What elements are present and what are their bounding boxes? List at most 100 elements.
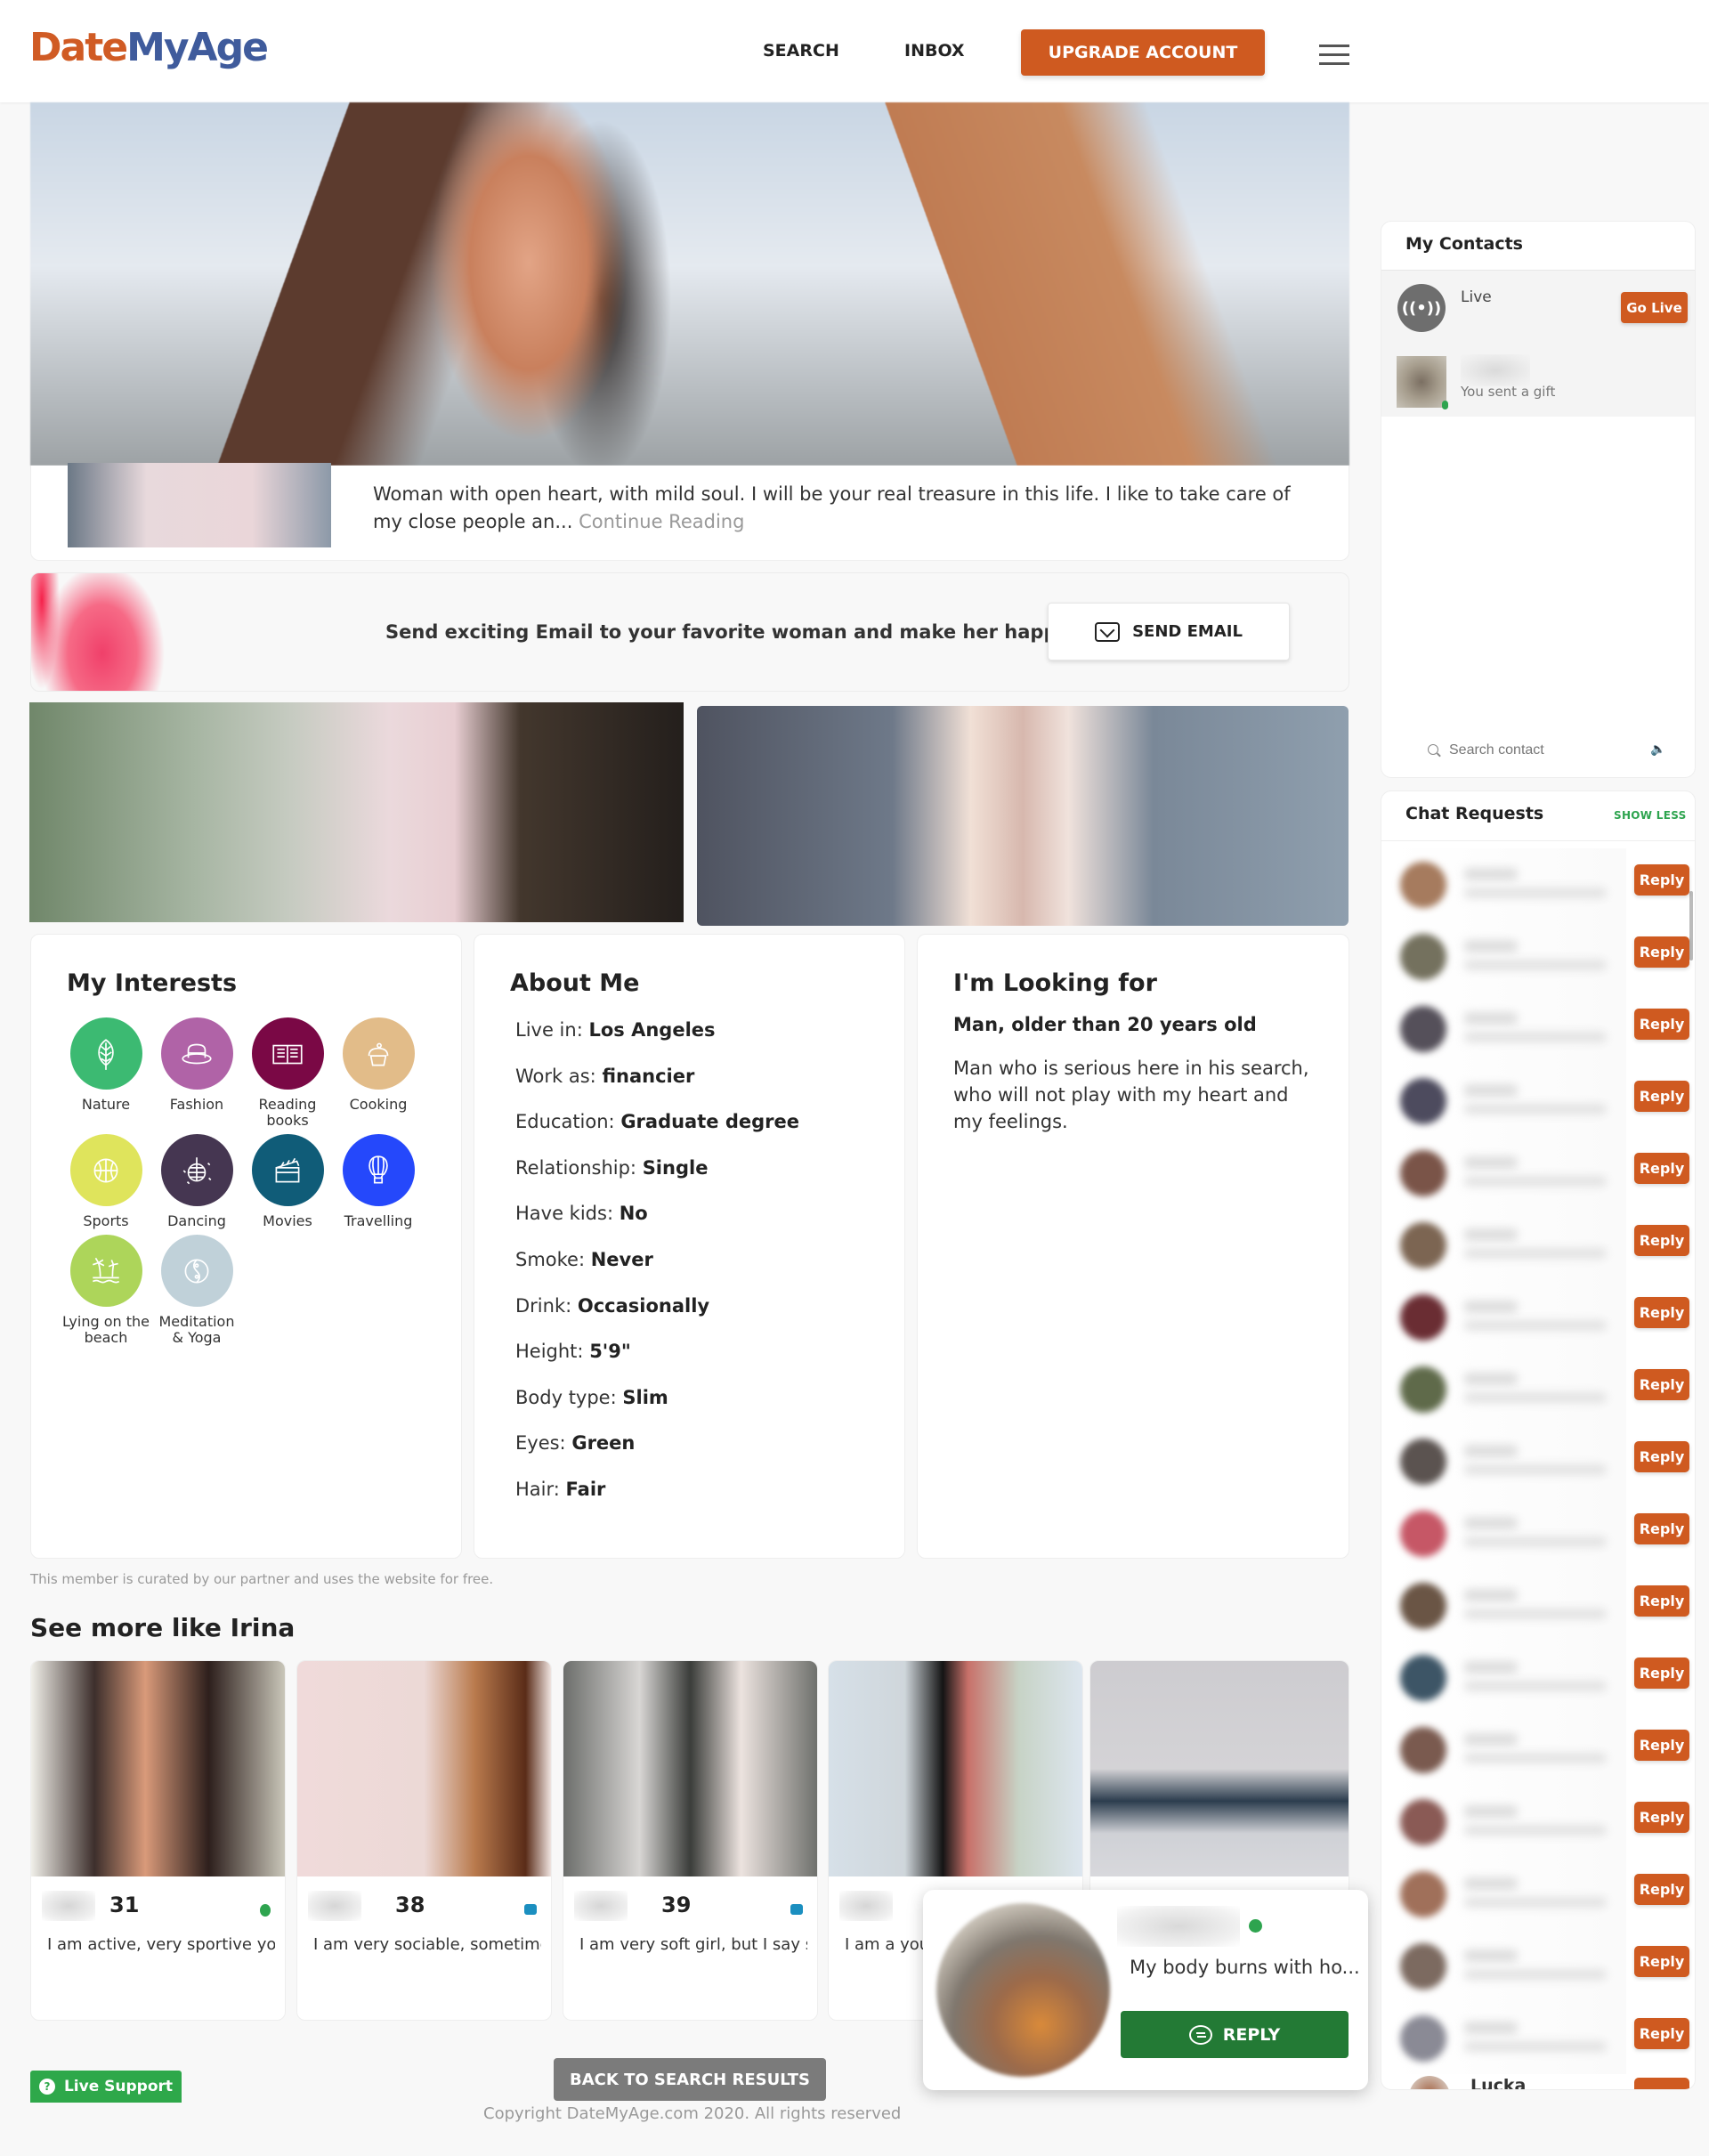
- similar-profile-photo[interactable]: [563, 1661, 817, 1876]
- reply-button[interactable]: Reply: [1634, 1225, 1689, 1256]
- chat-request-preview[interactable]: [1391, 848, 1626, 920]
- similar-profile-photo[interactable]: [31, 1661, 285, 1876]
- reply-button[interactable]: Reply: [1634, 1874, 1689, 1905]
- reply-button[interactable]: Reply: [1634, 1369, 1689, 1400]
- popup-avatar[interactable]: [936, 1903, 1110, 2077]
- chat-request-avatar[interactable]: [1409, 2076, 1450, 2089]
- hamburger-icon[interactable]: [1319, 45, 1349, 66]
- chat-request-preview[interactable]: [1391, 1714, 1626, 1786]
- reply-button[interactable]: Reply: [1634, 936, 1689, 968]
- nav-inbox-link[interactable]: INBOX: [904, 41, 965, 61]
- contact-avatar[interactable]: [1397, 356, 1446, 408]
- similar-profile-photo[interactable]: [829, 1661, 1082, 1876]
- chat-request-avatar[interactable]: [1400, 2015, 1446, 2062]
- chat-request-preview[interactable]: [1391, 920, 1626, 993]
- sound-icon[interactable]: 🔈: [1650, 742, 1665, 757]
- nav-search-link[interactable]: SEARCH: [763, 41, 839, 61]
- chat-request-avatar[interactable]: [1400, 1655, 1446, 1701]
- logo[interactable]: DateMyAge: [29, 25, 269, 70]
- chat-request-preview[interactable]: [1391, 1641, 1626, 1714]
- similar-profile-photo[interactable]: [297, 1661, 551, 1876]
- go-live-button[interactable]: Go Live: [1621, 292, 1688, 323]
- gallery-photo[interactable]: [697, 706, 1349, 926]
- chat-request-row[interactable]: Reply: [1391, 1930, 1694, 2002]
- chat-request-preview[interactable]: [1391, 1497, 1626, 1569]
- chat-request-avatar[interactable]: [1400, 1078, 1446, 1124]
- chat-request-preview[interactable]: [1391, 1786, 1626, 1858]
- chat-request-row[interactable]: Reply: [1391, 1714, 1694, 1786]
- reply-button[interactable]: Reply: [1634, 864, 1689, 896]
- chat-request-avatar[interactable]: [1400, 1294, 1446, 1341]
- chat-request-row[interactable]: Reply: [1391, 1065, 1694, 1137]
- profile-main-photo[interactable]: [30, 102, 1349, 466]
- reply-button[interactable]: Reply: [1634, 1297, 1689, 1328]
- similar-profile-photo[interactable]: [1090, 1661, 1349, 1876]
- contact-name[interactable]: [1461, 354, 1530, 386]
- reply-button[interactable]: Reply: [1634, 1802, 1689, 1833]
- chat-request-row[interactable]: Reply: [1391, 1425, 1694, 1497]
- chat-requests-list[interactable]: Reply Reply Reply Reply Reply Reply Reply Reply…: [1381, 840, 1695, 2089]
- chat-request-avatar[interactable]: [1400, 1799, 1446, 1845]
- similar-profile-card[interactable]: 38 I am very sociable, sometimes: [296, 1660, 552, 2021]
- reply-button[interactable]: Reply: [1634, 1081, 1689, 1112]
- chat-request-avatar[interactable]: [1400, 1006, 1446, 1052]
- chat-request-preview[interactable]: [1391, 1209, 1626, 1281]
- profile-thumbnail[interactable]: [68, 463, 331, 547]
- chat-request-preview[interactable]: [1391, 1137, 1626, 1209]
- chat-request-row[interactable]: Reply: [1391, 920, 1694, 993]
- chat-request-avatar[interactable]: [1400, 1439, 1446, 1485]
- chat-request-avatar[interactable]: [1400, 934, 1446, 980]
- chat-request-row[interactable]: Reply: [1391, 2002, 1694, 2074]
- reply-button[interactable]: Reply: [1634, 1153, 1689, 1184]
- chat-request-row[interactable]: Reply: [1391, 1641, 1694, 1714]
- chat-request-preview[interactable]: [1391, 2002, 1626, 2074]
- chat-request-preview[interactable]: [1391, 1930, 1626, 2002]
- reply-button[interactable]: Reply: [1634, 1009, 1689, 1040]
- search-contact-input[interactable]: [1449, 740, 1627, 761]
- chat-request-avatar[interactable]: [1400, 1871, 1446, 1917]
- chat-request-avatar[interactable]: [1400, 862, 1446, 908]
- reply-button[interactable]: Reply: [1634, 1730, 1689, 1761]
- gallery-photo[interactable]: [29, 702, 684, 922]
- upgrade-account-button[interactable]: UPGRADE ACCOUNT: [1021, 29, 1265, 76]
- chat-request-avatar[interactable]: [1400, 1727, 1446, 1773]
- chat-request-row[interactable]: Reply: [1391, 993, 1694, 1065]
- chat-request-row[interactable]: Reply: [1391, 1353, 1694, 1425]
- chat-request-row[interactable]: Reply: [1391, 1137, 1694, 1209]
- back-to-search-button[interactable]: BACK TO SEARCH RESULTS: [554, 2058, 826, 2101]
- send-email-button[interactable]: SEND EMAIL: [1048, 603, 1290, 661]
- chat-request-preview[interactable]: [1391, 1065, 1626, 1137]
- chat-request-preview[interactable]: [1391, 1569, 1626, 1641]
- similar-profile-card[interactable]: 31 I am active, very sportive you: [30, 1660, 286, 2021]
- reply-button[interactable]: Reply: [1634, 1441, 1689, 1472]
- chat-popup[interactable]: My body burns with ho... REPLY: [923, 1890, 1368, 2090]
- chat-request-preview[interactable]: [1391, 1858, 1626, 1930]
- chat-request-avatar[interactable]: [1400, 1583, 1446, 1629]
- chat-request-preview[interactable]: [1391, 1281, 1626, 1353]
- chat-request-preview[interactable]: [1391, 1425, 1626, 1497]
- chat-request-row[interactable]: Reply: [1391, 848, 1694, 920]
- chat-request-row[interactable]: Reply: [1391, 1497, 1694, 1569]
- chat-request-row[interactable]: Reply: [1391, 1281, 1694, 1353]
- chat-request-row[interactable]: Reply: [1391, 1569, 1694, 1641]
- show-less-link[interactable]: SHOW LESS: [1614, 809, 1687, 822]
- chat-request-preview[interactable]: [1391, 993, 1626, 1065]
- chat-request-avatar[interactable]: [1400, 1222, 1446, 1268]
- similar-profile-card[interactable]: 39 I am very soft girl, but I say s: [563, 1660, 818, 2021]
- chat-request-avatar[interactable]: [1400, 1943, 1446, 1990]
- continue-reading-link[interactable]: Continue Reading: [579, 511, 744, 532]
- chat-request-avatar[interactable]: [1400, 1150, 1446, 1196]
- popup-reply-button[interactable]: REPLY: [1121, 2011, 1349, 2058]
- reply-button[interactable]: Reply: [1634, 1513, 1689, 1544]
- chat-request-row[interactable]: Reply: [1391, 1858, 1694, 1930]
- chat-request-avatar[interactable]: [1400, 1366, 1446, 1413]
- reply-button[interactable]: Reply: [1634, 2018, 1689, 2049]
- live-support-button[interactable]: ? Live Support: [30, 2071, 182, 2103]
- reply-button[interactable]: Reply: [1634, 1658, 1689, 1689]
- chat-request-preview[interactable]: [1391, 1353, 1626, 1425]
- reply-button[interactable]: [1634, 2078, 1689, 2089]
- chat-request-row[interactable]: Reply: [1391, 1786, 1694, 1858]
- chat-request-row[interactable]: Lucka: [1391, 2074, 1694, 2089]
- chat-request-row[interactable]: Reply: [1391, 1209, 1694, 1281]
- reply-button[interactable]: Reply: [1634, 1585, 1689, 1617]
